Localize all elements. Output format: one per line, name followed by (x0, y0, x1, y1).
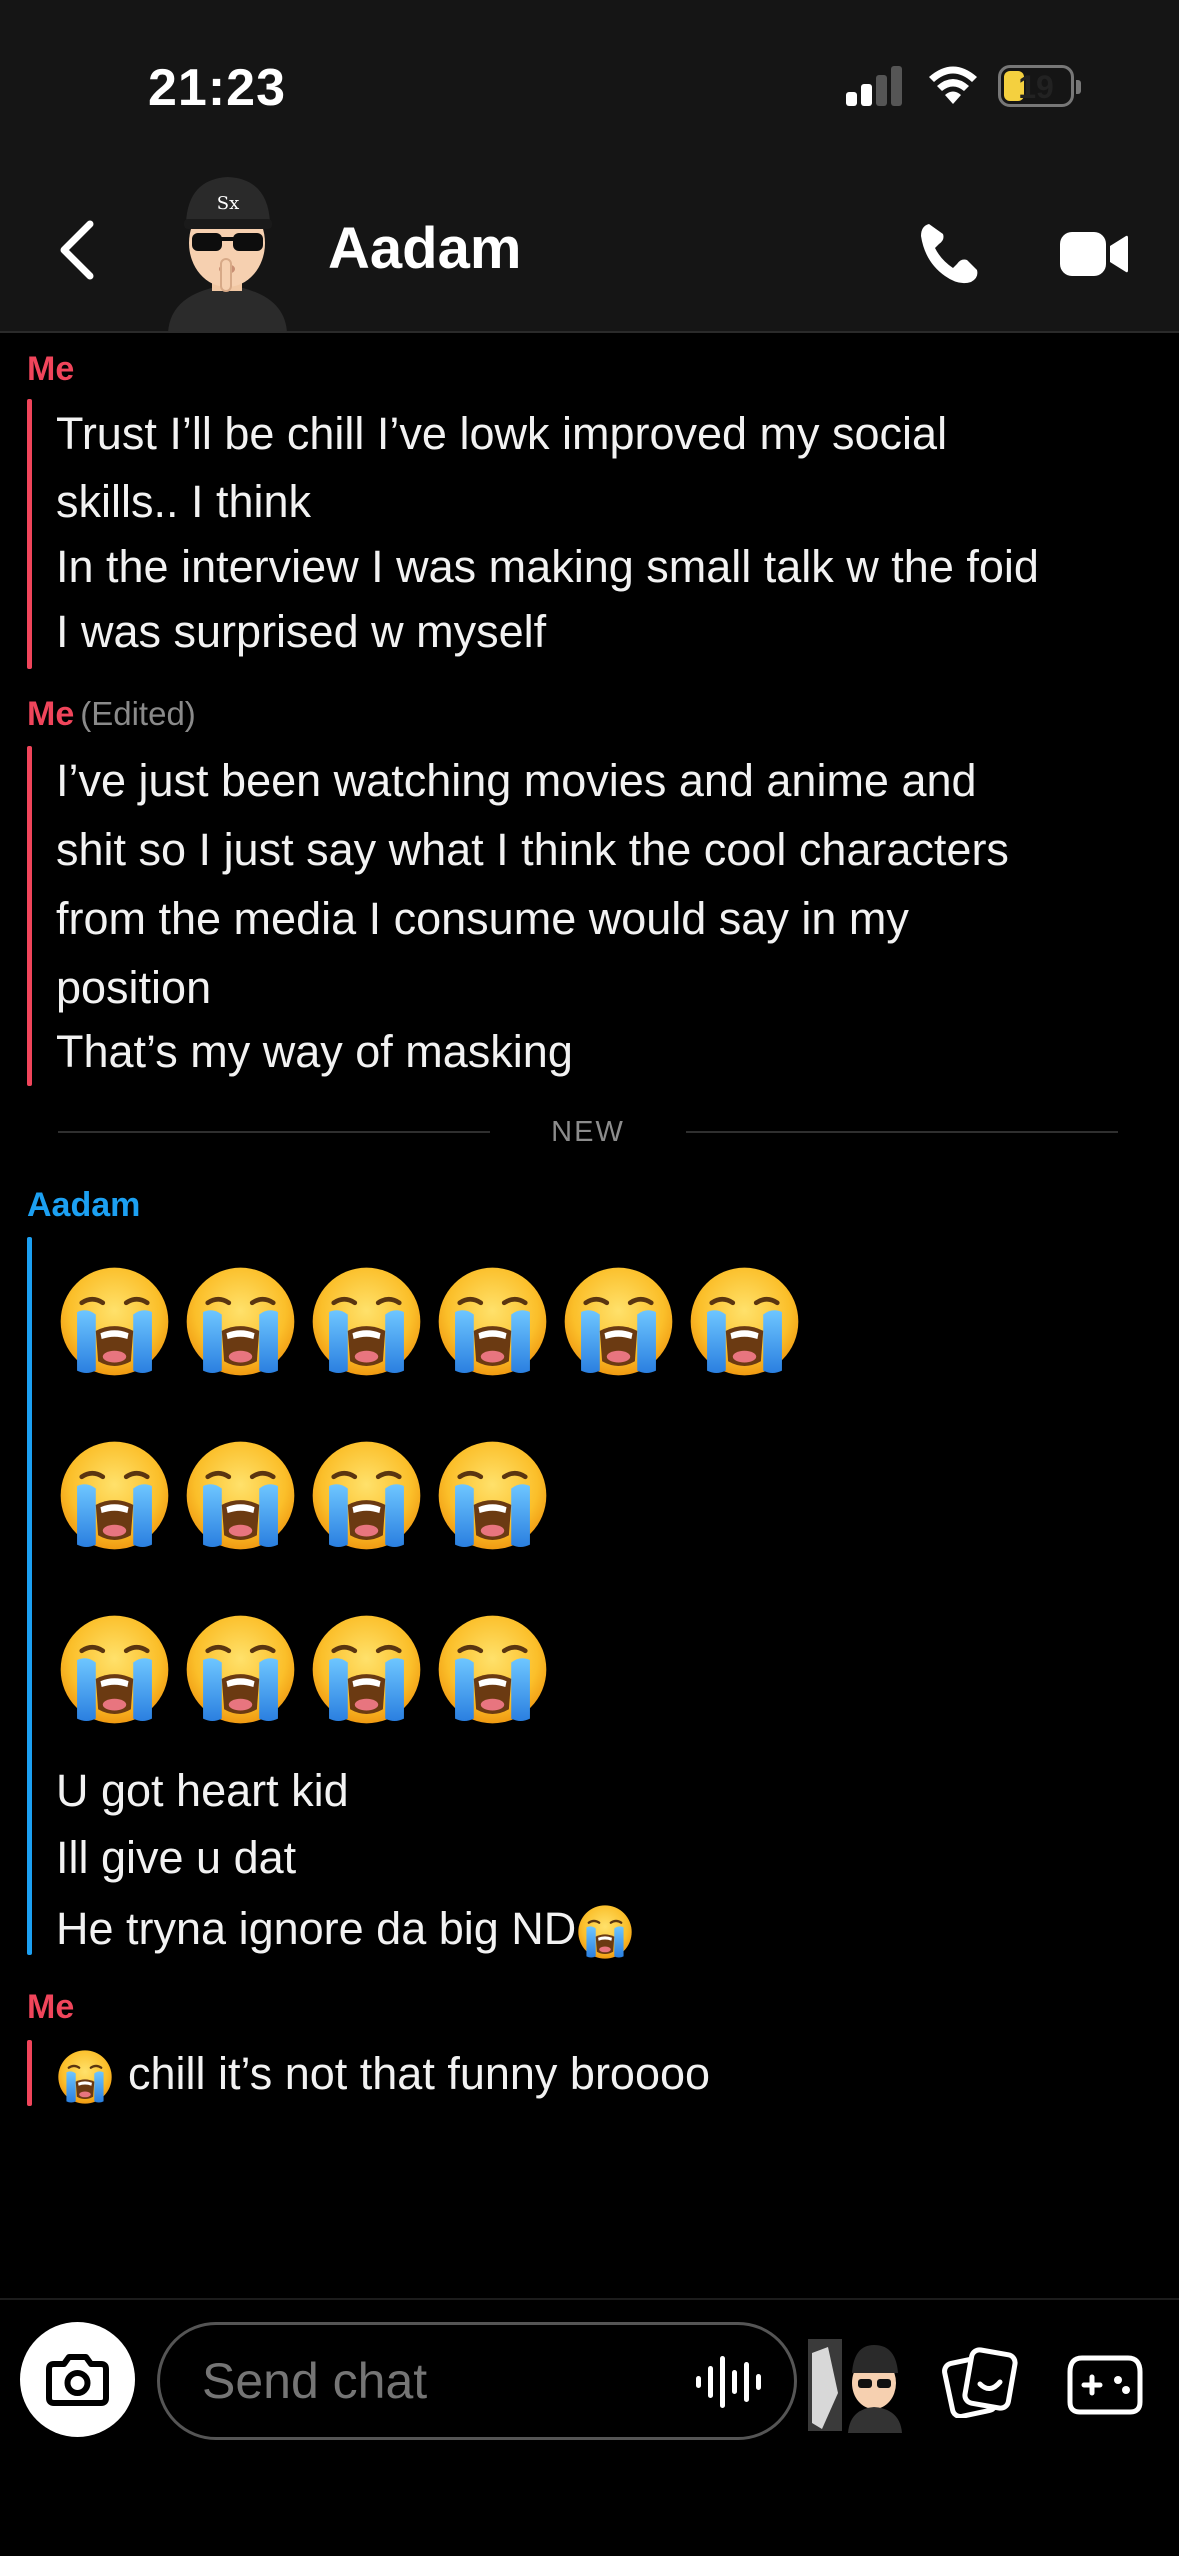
message-sender: Me (27, 350, 75, 388)
phone-call-icon[interactable] (915, 218, 985, 288)
emoji-row[interactable] (56, 1437, 551, 1554)
crying-emoji-icon (182, 1263, 299, 1380)
battery-icon: 19 (998, 65, 1081, 107)
message-line[interactable]: from the media I consume would say in my (56, 885, 909, 953)
message-text: He tryna ignore da big ND (56, 1903, 577, 1954)
crying-emoji-icon (56, 2048, 114, 2106)
message-line[interactable]: position (56, 954, 211, 1022)
message-line[interactable]: I’ve just been watching movies and anime… (56, 747, 977, 815)
message-line[interactable]: Ill give u dat (56, 1824, 296, 1892)
crying-emoji-icon (576, 1903, 634, 1961)
message-sender: Me (Edited) (27, 695, 196, 734)
sender-bar-me (27, 746, 32, 1086)
message-line[interactable]: shit so I just say what I think the cool… (56, 816, 1009, 884)
message-sender: Aadam (27, 1186, 141, 1224)
video-call-icon[interactable] (1058, 228, 1130, 280)
message-line[interactable]: Trust I’ll be chill I’ve lowk improved m… (56, 400, 947, 468)
message-line[interactable]: skills.. I think (56, 468, 311, 536)
sender-name: Me (27, 695, 75, 733)
crying-emoji-icon (182, 1611, 299, 1728)
game-controller-icon[interactable] (1066, 2350, 1144, 2416)
edited-label: (Edited) (80, 695, 196, 732)
message-text: chill it’s not that funny broooo (128, 2048, 711, 2099)
sticker-icon[interactable] (942, 2346, 1020, 2418)
crying-emoji-icon (686, 1263, 803, 1380)
message-line[interactable]: That’s my way of masking (56, 1018, 573, 1086)
message-sender: Me (27, 1988, 75, 2026)
contact-name[interactable]: Aadam (328, 215, 521, 282)
chat-composer (0, 2298, 1179, 2556)
svg-text:Sx: Sx (217, 193, 239, 214)
crying-emoji-icon (308, 1263, 425, 1380)
camera-icon (46, 2354, 109, 2406)
emoji-row[interactable] (56, 1263, 803, 1380)
sender-bar-them (27, 1237, 32, 1955)
crying-emoji-icon (434, 1437, 551, 1554)
battery-level: 19 (1018, 69, 1054, 105)
crying-emoji-icon (434, 1611, 551, 1728)
emoji-row[interactable] (56, 1611, 551, 1728)
contact-avatar[interactable]: Sx (160, 165, 295, 333)
crying-emoji-icon (434, 1263, 551, 1380)
crying-emoji-icon (56, 1611, 173, 1728)
new-messages-divider: NEW (58, 1116, 1118, 1148)
camera-button[interactable] (20, 2322, 135, 2437)
voice-note-icon[interactable] (694, 2352, 770, 2412)
chat-header: 21:23 19 Sx Aadam (0, 0, 1179, 333)
crying-emoji-icon (308, 1437, 425, 1554)
message-line[interactable]: He tryna ignore da big ND (56, 1895, 634, 1963)
crying-emoji-icon (560, 1263, 677, 1380)
crying-emoji-icon (182, 1437, 299, 1554)
message-line[interactable]: In the interview I was making small talk… (56, 533, 1039, 601)
message-line[interactable]: U got heart kid (56, 1757, 349, 1825)
bitmoji-button[interactable] (808, 2333, 910, 2433)
sender-bar-me (27, 399, 32, 669)
back-chevron-icon[interactable] (46, 210, 106, 290)
message-line[interactable]: I was surprised w myself (56, 598, 546, 666)
crying-emoji-icon (56, 1263, 173, 1380)
wifi-icon (929, 66, 977, 104)
sender-bar-me (27, 2040, 32, 2106)
status-time: 21:23 (148, 59, 286, 117)
crying-emoji-icon (308, 1611, 425, 1728)
message-line[interactable]: chill it’s not that funny broooo (56, 2040, 710, 2108)
crying-emoji-icon (56, 1437, 173, 1554)
cellular-signal-icon (846, 64, 904, 106)
